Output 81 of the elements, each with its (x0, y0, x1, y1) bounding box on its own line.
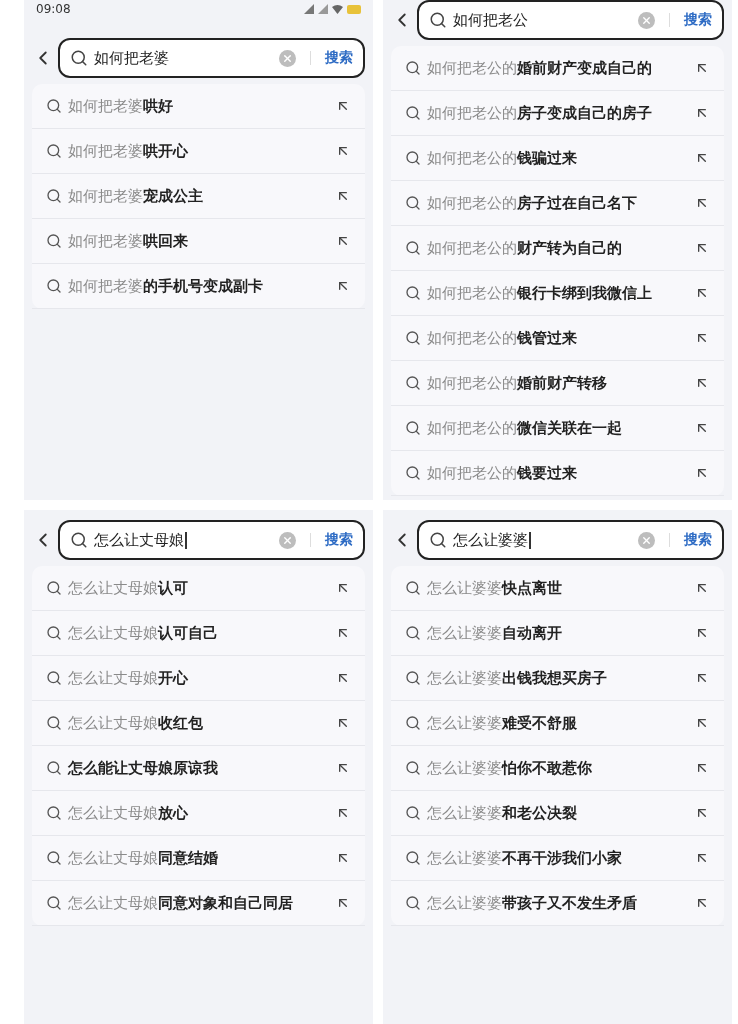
search-icon (46, 233, 62, 249)
search-icon (405, 420, 421, 436)
search-button[interactable]: 搜索 (684, 531, 712, 549)
search-icon (46, 188, 62, 204)
search-button[interactable]: 搜索 (325, 531, 353, 549)
search-icon (405, 195, 421, 211)
search-field[interactable]: 怎么让丈母娘 搜索 (58, 520, 365, 560)
search-field[interactable]: 如何把老婆 搜索 (58, 38, 365, 78)
battery-icon (347, 4, 361, 14)
suggestion-item[interactable]: 如何把老婆宠成公主 (32, 174, 365, 219)
search-icon (405, 580, 421, 596)
suggestion-item[interactable]: 怎么让丈母娘认可 (32, 566, 365, 611)
suggestion-item[interactable]: 如何把老公的钱骗过来 (391, 136, 724, 181)
suggestion-item[interactable]: 怎么让丈母娘同意对象和自己同居 (32, 881, 365, 926)
search-icon (46, 143, 62, 159)
search-icon (46, 850, 62, 866)
search-icon (405, 895, 421, 911)
search-icon (405, 150, 421, 166)
suggestion-item[interactable]: 如何把老婆哄好 (32, 84, 365, 129)
search-icon (46, 625, 62, 641)
search-icon (405, 715, 421, 731)
search-button[interactable]: 搜索 (325, 49, 353, 67)
suggestion-item[interactable]: 如何把老公的房子过在自己名下 (391, 181, 724, 226)
suggestion-item[interactable]: 如何把老婆哄回来 (32, 219, 365, 264)
search-icon (405, 805, 421, 821)
wifi-icon (332, 4, 343, 14)
suggestion-item[interactable]: 如何把老公的钱要过来 (391, 451, 724, 496)
search-icon (405, 105, 421, 121)
suggestion-item[interactable]: 怎么让丈母娘开心 (32, 656, 365, 701)
search-value: 怎么让婆婆 (453, 530, 528, 550)
search-icon (405, 330, 421, 346)
search-icon (405, 465, 421, 481)
search-icon (405, 60, 421, 76)
suggestion-item[interactable]: 如何把老公的钱管过来 (391, 316, 724, 361)
search-icon (46, 715, 62, 731)
suggestion-item[interactable]: 怎么让丈母娘同意结婚 (32, 836, 365, 881)
suggestion-item[interactable]: 如何把老婆哄开心 (32, 129, 365, 174)
suggestion-item[interactable]: 怎么让婆婆出钱我想买房子 (391, 656, 724, 701)
search-icon (46, 895, 62, 911)
status-time: 09:08 (36, 2, 71, 16)
search-field[interactable]: 如何把老公 搜索 (417, 0, 724, 40)
suggestion-item[interactable]: 怎么让婆婆不再干涉我们小家 (391, 836, 724, 881)
suggestion-item[interactable]: 怎么让婆婆难受不舒服 (391, 701, 724, 746)
search-icon (405, 240, 421, 256)
suggestion-item[interactable]: 怎么让丈母娘放心 (32, 791, 365, 836)
suggestion-item[interactable]: 怎么让婆婆快点离世 (391, 566, 724, 611)
search-icon (46, 98, 62, 114)
suggestion-item[interactable]: 如何把老婆的手机号变成副卡 (32, 264, 365, 309)
search-icon (405, 375, 421, 391)
suggestion-item[interactable]: 如何把老公的婚前财产转移 (391, 361, 724, 406)
search-icon (70, 531, 88, 549)
suggestion-item[interactable]: 怎么能让丈母娘原谅我 (32, 746, 365, 791)
search-value: 如何把老婆 (94, 48, 169, 68)
suggestion-item[interactable]: 怎么让婆婆和老公决裂 (391, 791, 724, 836)
search-icon (405, 625, 421, 641)
search-icon (46, 670, 62, 686)
suggestion-item[interactable]: 如何把老公的财产转为自己的 (391, 226, 724, 271)
search-field[interactable]: 怎么让婆婆 搜索 (417, 520, 724, 560)
search-icon (46, 580, 62, 596)
search-icon (405, 285, 421, 301)
suggestion-item[interactable]: 怎么让丈母娘收红包 (32, 701, 365, 746)
search-button[interactable]: 搜索 (684, 11, 712, 29)
search-icon (405, 670, 421, 686)
suggestion-item[interactable]: 如何把老公的房子变成自己的房子 (391, 91, 724, 136)
suggestion-item[interactable]: 如何把老公的婚前财产变成自己的 (391, 46, 724, 91)
suggestion-item[interactable]: 怎么让婆婆怕你不敢惹你 (391, 746, 724, 791)
suggestion-item[interactable]: 如何把老公的微信关联在一起 (391, 406, 724, 451)
search-icon (429, 11, 447, 29)
search-value: 怎么让丈母娘 (94, 530, 184, 550)
search-icon (405, 850, 421, 866)
suggestion-item[interactable]: 怎么让婆婆自动离开 (391, 611, 724, 656)
search-icon (46, 760, 62, 776)
search-icon (46, 278, 62, 294)
search-icon (429, 531, 447, 549)
search-icon (46, 805, 62, 821)
search-icon (70, 49, 88, 67)
suggestion-item[interactable]: 怎么让婆婆带孩子又不发生矛盾 (391, 881, 724, 926)
search-icon (405, 760, 421, 776)
suggestion-item[interactable]: 如何把老公的银行卡绑到我微信上 (391, 271, 724, 316)
search-value: 如何把老公 (453, 10, 528, 30)
suggestion-item[interactable]: 怎么让丈母娘认可自己 (32, 611, 365, 656)
